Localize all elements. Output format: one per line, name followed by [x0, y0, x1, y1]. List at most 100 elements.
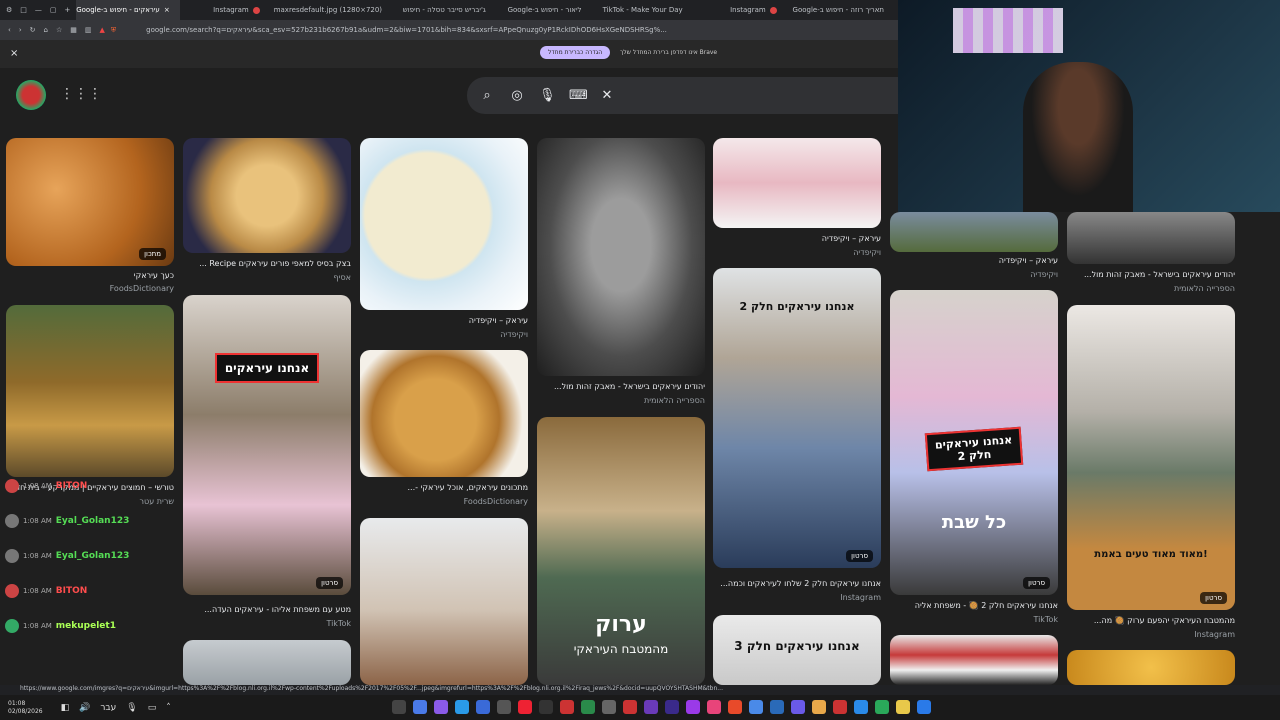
app-icon[interactable] — [413, 700, 427, 714]
tab-5[interactable]: TikTok - Make Your Day — [595, 0, 696, 20]
mic-icon[interactable]: 🎙 — [539, 88, 556, 103]
app-icon[interactable] — [476, 700, 490, 714]
app-icon[interactable] — [665, 700, 679, 714]
close-icon[interactable]: × — [164, 6, 170, 14]
app-icon[interactable] — [917, 700, 931, 714]
app-icon[interactable] — [896, 700, 910, 714]
volume-icon[interactable]: 🔊 — [79, 703, 90, 713]
result-image[interactable] — [890, 635, 1058, 685]
result-caption[interactable]: אנחנו עיראקים חלק 2 🥘 - משפחת אליה — [890, 601, 1058, 610]
result-caption[interactable]: כעך עיראקי — [6, 271, 174, 280]
notification-icon[interactable]: ◧ — [61, 703, 70, 713]
result-caption[interactable]: מטע עם משפחת אליהו - עיראקים העדה... — [183, 605, 351, 614]
image-results-grid: מתכון כעך עיראקי FoodsDictionary טורשי –… — [0, 130, 1280, 685]
app-icon[interactable] — [854, 700, 868, 714]
forward-icon[interactable]: › — [19, 26, 22, 34]
result-image[interactable]: אנחנו עיראקים חלק 2 כל שבת סרטון — [890, 290, 1058, 595]
result-caption[interactable]: עיראק – ויקיפדיה — [890, 256, 1058, 265]
result-image[interactable] — [1067, 212, 1235, 264]
app-icon[interactable] — [728, 700, 742, 714]
result-image[interactable]: אנחנו עיראקים סרטון — [183, 295, 351, 595]
extensions-icon[interactable]: ▦ — [70, 26, 77, 34]
result-image[interactable] — [537, 138, 705, 376]
result-image[interactable] — [713, 138, 881, 228]
bookmark-icon[interactable]: ☆ — [56, 26, 62, 34]
battery-icon[interactable]: ▭ — [148, 703, 157, 713]
tab-list-icon[interactable]: □ — [20, 6, 27, 14]
search-bar[interactable]: ⌕ ◎ 🎙 ⌨ ✕ — [467, 77, 898, 114]
maximize-icon[interactable]: ▢ — [50, 6, 57, 14]
app-icon[interactable] — [686, 700, 700, 714]
app-icon[interactable] — [749, 700, 763, 714]
avatar[interactable] — [16, 80, 46, 110]
result-image[interactable]: אנחנו עיראקים חלק 2 סרטון — [713, 268, 881, 568]
app-icon[interactable] — [707, 700, 721, 714]
language-indicator[interactable]: עבר — [100, 703, 116, 713]
lens-icon[interactable]: ◎ — [509, 88, 525, 103]
result-image[interactable] — [6, 305, 174, 477]
app-icon[interactable] — [875, 700, 889, 714]
app-icon[interactable] — [560, 700, 574, 714]
keyboard-icon[interactable]: ⌨ — [569, 88, 588, 103]
mic-icon[interactable]: 🎙 — [126, 703, 137, 713]
search-icon[interactable]: ⌕ — [479, 88, 495, 103]
result-image[interactable]: ערוק מהמטבח העיראקי — [537, 417, 705, 685]
result-caption[interactable]: יהודים עיראקים בישראל - מאבק זהות מול... — [537, 382, 705, 391]
app-icon[interactable] — [518, 700, 532, 714]
set-default-button[interactable]: הגדרה כברירת מחדל — [540, 46, 611, 59]
result-image[interactable] — [360, 518, 528, 685]
reload-icon[interactable]: ↻ — [30, 26, 36, 34]
app-icon[interactable] — [392, 700, 406, 714]
result-source: Instagram — [840, 593, 881, 602]
result-image[interactable] — [183, 640, 351, 685]
result-caption[interactable]: אנחנו עיראקים חלק 2 שלחו לעיראקים וכמה..… — [713, 579, 881, 588]
app-icon[interactable] — [812, 700, 826, 714]
result-caption[interactable]: יהודים עיראקים בישראל - מאבק זהות מול... — [1067, 270, 1235, 279]
tab-2[interactable]: maxresdefault.jpg (1280×720) — [270, 0, 396, 20]
close-icon[interactable]: × — [10, 48, 18, 59]
app-icon[interactable] — [497, 700, 511, 714]
tab-6[interactable]: Instagram — [697, 0, 787, 20]
app-icon[interactable] — [833, 700, 847, 714]
sidebar-icon[interactable]: ▥ — [85, 26, 92, 34]
result-image[interactable]: מתכון — [6, 138, 174, 266]
minimize-icon[interactable]: — — [35, 6, 42, 14]
tab-7[interactable]: תאריך רוזה - חיפוש ב-Google — [787, 0, 898, 20]
result-caption[interactable]: מתכונים עיראקים, אוכל עיראקי -... — [360, 483, 529, 492]
result-image[interactable] — [1067, 650, 1235, 685]
home-icon[interactable]: ⌂ — [44, 26, 48, 34]
app-icon[interactable] — [623, 700, 637, 714]
result-source: אסיף — [333, 273, 351, 282]
back-icon[interactable]: ‹ — [8, 26, 11, 34]
result-caption[interactable]: עיראק – ויקיפדיה — [360, 316, 528, 325]
app-icon[interactable] — [539, 700, 553, 714]
apps-grid-icon[interactable]: ⋮⋮⋮ — [60, 86, 102, 102]
result-image[interactable]: אנחנו עיראקים חלק 3 — [713, 615, 881, 685]
taskbar-clock[interactable]: 01:08 02/08/2026 — [0, 700, 43, 716]
app-icon[interactable] — [791, 700, 805, 714]
chevron-up-icon[interactable]: ˄ — [166, 703, 171, 713]
tab-0[interactable]: × עיראקים - חיפוש ב-Google — [76, 0, 180, 20]
result-caption[interactable]: עיראק – ויקיפדיה — [713, 234, 881, 243]
menu-icon[interactable]: ⚙ — [6, 6, 12, 14]
app-icon[interactable] — [602, 700, 616, 714]
result-image[interactable] — [360, 138, 528, 310]
app-icon[interactable] — [644, 700, 658, 714]
result-caption[interactable]: בצק בסיס למאפי פורים עיראקים Recipe ... — [183, 259, 351, 268]
result-image[interactable] — [183, 138, 351, 253]
app-icon[interactable] — [581, 700, 595, 714]
new-tab-icon[interactable]: + — [65, 6, 71, 14]
result-image[interactable] — [360, 350, 528, 477]
tab-4[interactable]: ליאור - חיפוש ב-Google — [500, 0, 596, 20]
result-caption[interactable]: מהמטבח העיראקי יהפעם ערוק 🥘 מה... — [1067, 616, 1235, 625]
app-icon[interactable] — [434, 700, 448, 714]
result-image[interactable]: מאוד מאוד טעים באמת! סרטון — [1067, 305, 1235, 610]
result-source: הספרייה הלאומית — [1173, 284, 1235, 293]
tab-1[interactable]: Instagram — [180, 0, 270, 20]
app-icon[interactable] — [455, 700, 469, 714]
clear-icon[interactable]: ✕ — [599, 88, 615, 103]
url-field[interactable]: google.com/search?q=עיראקים&sca_esv=527b… — [116, 26, 898, 34]
tab-3[interactable]: ג'יבריש סייבר טסלה - חיפוש — [396, 0, 500, 20]
result-image[interactable] — [890, 212, 1058, 252]
app-icon[interactable] — [770, 700, 784, 714]
